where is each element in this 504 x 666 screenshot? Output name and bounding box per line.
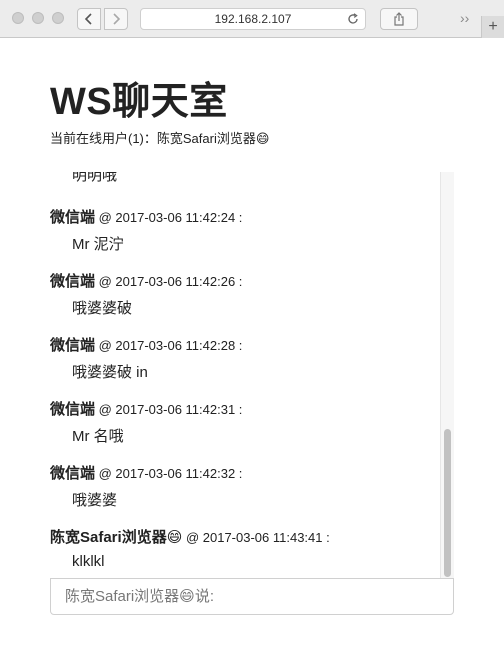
scrollbar-thumb[interactable] — [444, 429, 451, 577]
back-button[interactable] — [77, 8, 101, 30]
address-bar[interactable]: 192.168.2.107 — [140, 8, 366, 30]
chevron-right-icon — [113, 13, 121, 25]
share-button[interactable] — [380, 8, 418, 30]
message-meta: @ 2017-03-06 11:42:31 : — [95, 402, 243, 417]
overflow-chevron-icon[interactable]: ›› — [460, 10, 469, 26]
message-item: 微信端 @ 2017-03-06 11:42:32 : 哦婆婆 — [50, 462, 440, 510]
page-title: WS聊天室 — [50, 81, 228, 123]
online-users: 当前在线用户(1)：陈宽Safari浏览器😄 — [50, 131, 270, 146]
message-text: 明明哦 — [72, 172, 118, 184]
chevron-left-icon — [84, 13, 92, 25]
message-meta: @ 2017-03-06 11:42:28 : — [95, 338, 243, 353]
message-text: 哦婆婆破 — [72, 300, 133, 317]
url-text: 192.168.2.107 — [214, 12, 292, 26]
message-sender: 微信端 — [50, 401, 96, 418]
reload-icon[interactable] — [347, 13, 359, 25]
minimize-window-button[interactable] — [32, 12, 44, 24]
close-window-button[interactable] — [12, 12, 24, 24]
message-item: 微信端 @ 2017-03-06 11:42:28 : 哦婆婆破 in — [50, 334, 440, 382]
message-text: Mr 名哦 — [72, 428, 124, 445]
message-meta: @ 2017-03-06 11:42:26 : — [95, 274, 243, 289]
message-text: klklkl — [72, 553, 105, 570]
message-meta: @ 2017-03-06 11:42:24 : — [95, 210, 243, 225]
share-icon — [394, 12, 404, 26]
message-meta: @ 2017-03-06 11:43:41 : — [182, 530, 330, 545]
message-text: Mr 泥泞 — [72, 236, 124, 253]
browser-toolbar: 192.168.2.107 ›› + — [0, 0, 504, 38]
message-text: 哦婆婆 — [72, 492, 118, 509]
message-input[interactable] — [63, 587, 441, 606]
message-text: 哦婆婆破 in — [72, 364, 148, 381]
message-list[interactable]: 明明哦 微信端 @ 2017-03-06 11:42:24 : Mr 泥泞 微信… — [50, 172, 454, 582]
message-scrollbar[interactable] — [440, 172, 454, 580]
message-sender: 微信端 — [50, 209, 96, 226]
message-item: 陈宽Safari浏览器😄 @ 2017-03-06 11:43:41 : klk… — [50, 526, 440, 570]
forward-button[interactable] — [104, 8, 128, 30]
zoom-window-button[interactable] — [52, 12, 64, 24]
message-sender: 微信端 — [50, 337, 96, 354]
message-sender: 微信端 — [50, 273, 96, 290]
message-item: 微信端 @ 2017-03-06 11:42:24 : Mr 泥泞 — [50, 206, 440, 254]
message-item: 微信端 @ 2017-03-06 11:42:31 : Mr 名哦 — [50, 398, 440, 446]
message-sender: 陈宽Safari浏览器😄 — [50, 529, 183, 546]
new-tab-button[interactable]: + — [481, 16, 504, 38]
message-item: 微信端 @ 2017-03-06 11:42:26 : 哦婆婆破 — [50, 270, 440, 318]
compose-box[interactable] — [50, 578, 454, 615]
message-sender: 微信端 — [50, 465, 96, 482]
message-meta: @ 2017-03-06 11:42:32 : — [95, 466, 243, 481]
